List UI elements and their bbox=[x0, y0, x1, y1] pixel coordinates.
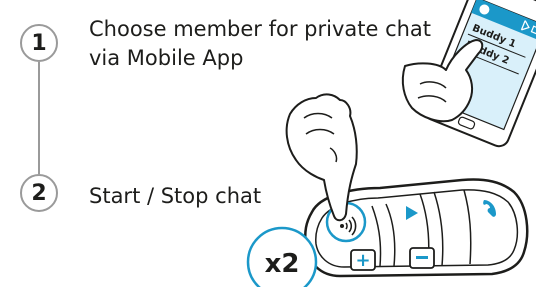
press-twice-label: x2 bbox=[265, 249, 300, 279]
minus-icon bbox=[416, 256, 428, 259]
plus-icon: + bbox=[355, 250, 370, 271]
illustration: Buddy 1 Buddy 2 + x2 bbox=[246, 0, 536, 287]
smartphone-illustration: Buddy 1 Buddy 2 bbox=[401, 0, 536, 148]
